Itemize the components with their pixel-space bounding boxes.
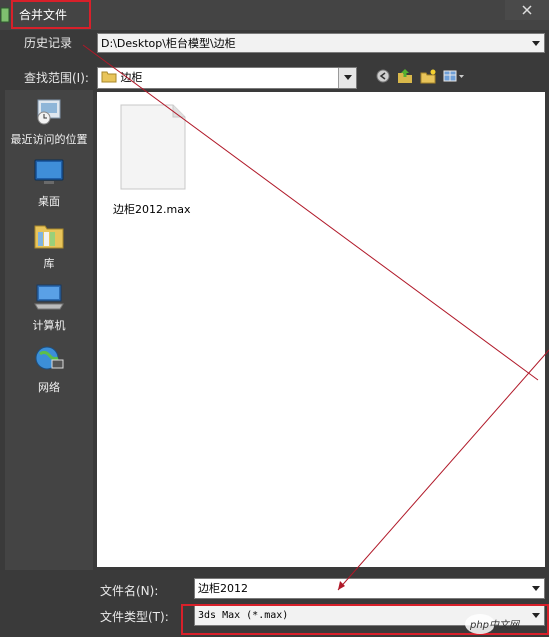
annotation-arrow-line [337,349,549,591]
watermark-logo: php中文网 [465,614,521,634]
annotation-line [82,44,539,381]
annotation-overlay [82,44,549,591]
watermark-text: php中文网 [469,619,521,631]
arrowhead-icon [338,581,345,590]
